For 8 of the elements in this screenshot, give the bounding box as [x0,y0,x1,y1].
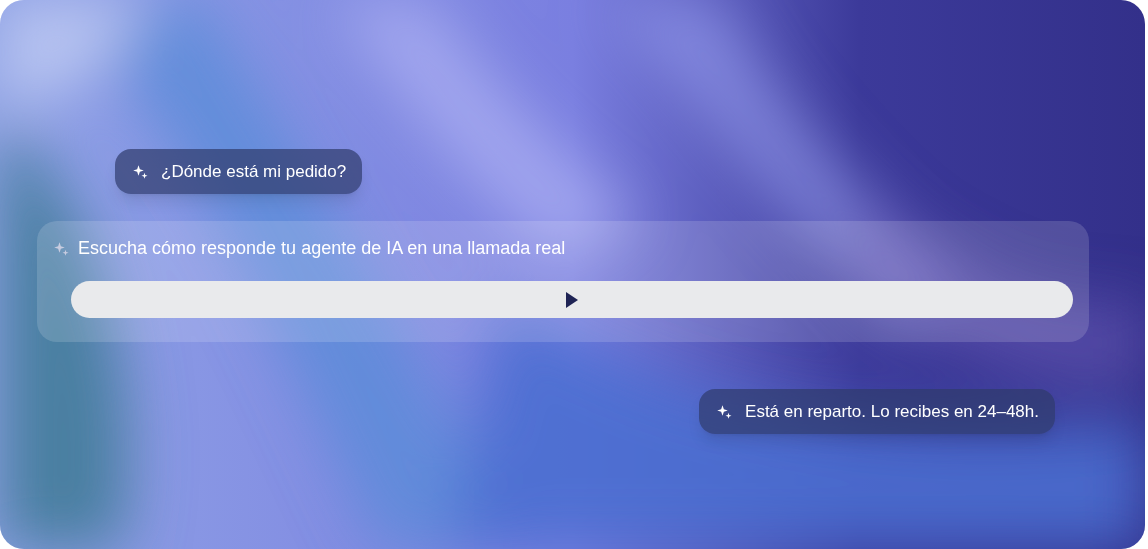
play-icon [565,291,579,308]
audio-player[interactable] [71,281,1073,318]
sparkle-icon [131,162,149,181]
sparkle-icon [715,402,734,421]
player-title: Escucha cómo responde tu agente de IA en una llamada real [78,237,566,260]
sparkle-icon [52,239,70,258]
message-text: ¿Dónde está mi pedido? [161,160,347,183]
message-text: Está en reparto. Lo recibes en 24–48h. [745,400,1039,423]
